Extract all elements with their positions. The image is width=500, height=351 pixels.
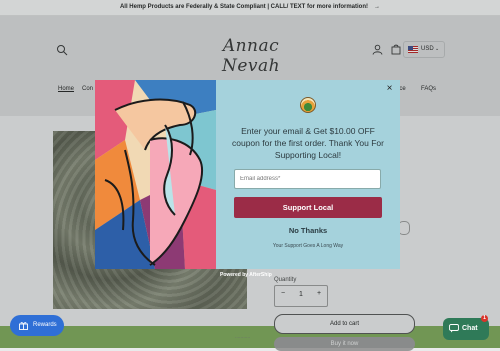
rewards-launcher[interactable]: Rewards [10, 315, 64, 336]
chat-bubble-icon [449, 324, 459, 333]
popup-note: Your Support Goes A Long Way [272, 243, 344, 249]
rewards-label: Rewards [33, 322, 57, 328]
chat-launcher[interactable]: Chat 1 [443, 315, 489, 340]
chat-label: Chat [462, 325, 478, 332]
brand-logo-icon [300, 97, 316, 113]
close-icon[interactable]: × [385, 84, 394, 94]
hands-illustration [95, 80, 216, 269]
chat-notification-badge: 1 [481, 315, 488, 322]
gift-icon [19, 322, 28, 330]
popup-headline: Enter your email & Get $10.00 OFF coupon… [232, 126, 384, 160]
no-thanks-button[interactable]: No Thanks [271, 226, 345, 235]
support-local-button[interactable]: Support Local [234, 197, 382, 218]
popup-artwork [95, 80, 216, 269]
email-field[interactable] [234, 169, 381, 189]
powered-by-label[interactable]: Powered by AfterShip [220, 272, 272, 278]
